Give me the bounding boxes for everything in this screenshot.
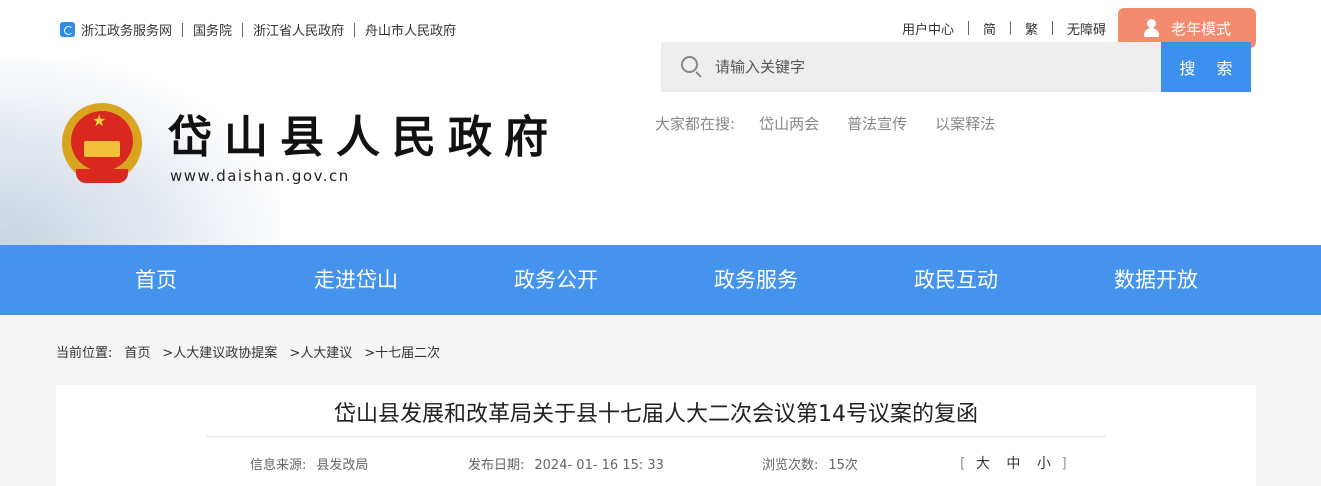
nav-open-data[interactable]: 数据开放 (1056, 245, 1256, 315)
font-medium-button[interactable]: 中 (1006, 456, 1020, 472)
divider (354, 22, 356, 37)
hot-search-item[interactable]: 普法宣传 (847, 113, 907, 134)
search-button[interactable]: 搜 索 (1161, 42, 1251, 92)
article-date: 发布日期: 2024- 01- 16 15: 33 (468, 454, 664, 473)
link-zhoushan-gov[interactable]: 舟山市人民政府 (365, 20, 456, 39)
site-url: www.daishan.gov.cn (170, 167, 350, 185)
divider (1051, 21, 1053, 35)
views-label: 浏览次数: (762, 458, 819, 473)
site-title[interactable]: 岱山县人民政府 (168, 101, 560, 165)
breadcrumb-label: 当前位置: (56, 346, 113, 361)
source-value: 县发改局 (316, 458, 369, 473)
nav-home[interactable]: 首页 (56, 245, 256, 315)
accessibility-link[interactable]: 无障碍 (1067, 19, 1106, 38)
elder-mode-label: 老年模式 (1170, 19, 1231, 38)
zhejiang-service-icon (60, 22, 75, 37)
breadcrumb-item[interactable]: 首页 (124, 342, 150, 361)
person-icon (1143, 19, 1161, 37)
search-input[interactable] (715, 42, 1145, 92)
font-small-button[interactable]: 小 (1037, 456, 1051, 472)
nav-government-services[interactable]: 政务服务 (656, 245, 856, 315)
search-icon (681, 56, 702, 78)
simplified-chinese-link[interactable]: 简 (983, 19, 996, 38)
breadcrumb: 当前位置: 首页 >人大建议政协提案 >人大建议 >十七届二次 (56, 342, 452, 361)
article-panel: 岱山县发展和改革局关于县十七届人大二次会议第14号议案的复函 信息来源: 县发改局… (56, 385, 1256, 486)
views-value: 15次 (828, 458, 858, 473)
article-views: 浏览次数: 15次 (762, 454, 858, 473)
bracket-close: ] (1061, 456, 1067, 472)
font-large-button[interactable]: 大 (976, 456, 990, 472)
hot-searches: 大家都在搜: 岱山两会 普法宣传 以案释法 (655, 113, 1023, 134)
nav-about-daishan[interactable]: 走进岱山 (256, 245, 456, 315)
nav-government-affairs[interactable]: 政务公开 (456, 245, 656, 315)
nav-interaction[interactable]: 政民互动 (856, 245, 1056, 315)
link-zhejiang-gov[interactable]: 浙江省人民政府 (253, 20, 344, 39)
main-nav: 首页 走进岱山 政务公开 政务服务 政民互动 数据开放 (0, 245, 1321, 315)
user-center-link[interactable]: 用户中心 (902, 19, 954, 38)
hot-search-item[interactable]: 以案释法 (935, 113, 995, 134)
divider (967, 21, 969, 35)
breadcrumb-item[interactable]: >十七届二次 (364, 342, 440, 361)
hot-search-label: 大家都在搜: (655, 115, 736, 133)
breadcrumb-item[interactable]: >人大建议 (289, 342, 352, 361)
hot-search-item[interactable]: 岱山两会 (759, 113, 819, 134)
article-title: 岱山县发展和改革局关于县十七届人大二次会议第14号议案的复函 (334, 402, 978, 427)
breadcrumb-item[interactable]: >人大建议政协提案 (162, 342, 277, 361)
date-value: 2024- 01- 16 15: 33 (534, 458, 664, 473)
link-zhejiang-service[interactable]: 浙江政务服务网 (81, 20, 172, 39)
source-label: 信息来源: (250, 458, 307, 473)
bracket-open: [ (960, 456, 966, 472)
title-divider (206, 436, 1106, 437)
link-state-council[interactable]: 国务院 (193, 20, 232, 39)
divider (242, 22, 244, 37)
date-label: 发布日期: (468, 458, 525, 473)
divider (1009, 21, 1011, 35)
national-emblem-logo[interactable]: ★ (62, 103, 142, 187)
divider (182, 22, 184, 37)
article-source: 信息来源: 县发改局 (250, 454, 368, 473)
font-size-control: [ 大 中 小 ] (960, 453, 1067, 473)
traditional-chinese-link[interactable]: 繁 (1025, 19, 1038, 38)
top-links: 浙江政务服务网 国务院 浙江省人民政府 舟山市人民政府 (60, 20, 456, 39)
search-box (661, 42, 1161, 92)
